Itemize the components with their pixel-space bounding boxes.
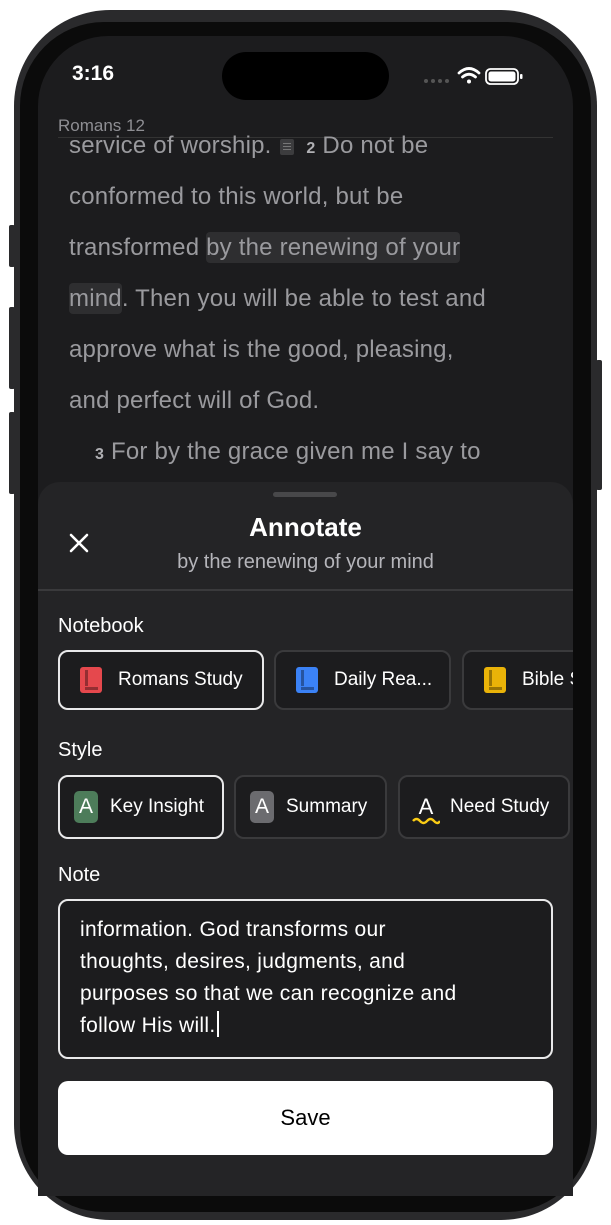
passage-text: Do not be: [322, 132, 429, 159]
note-line: purposes so that we can recognize and: [80, 982, 457, 1005]
volume-up-button: [9, 307, 15, 389]
passage-line-7: 3 For by the grace given me I say to: [95, 438, 481, 466]
note-content[interactable]: information. God transforms our thoughts…: [80, 914, 530, 1042]
sheet-divider: [38, 589, 573, 591]
verse-number: 3: [95, 446, 105, 463]
passage-line-6: and perfect will of God.: [69, 387, 320, 414]
passage-text: service of worship.: [69, 132, 272, 159]
notebook-label: Notebook: [58, 615, 144, 637]
style-label: Style: [58, 739, 103, 761]
notebook-picker: Romans Study Daily Rea... Bible S: [38, 650, 573, 720]
style-chip-label: Summary: [286, 796, 368, 817]
note-line: follow His will.: [80, 1014, 216, 1037]
passage-text: transformed: [69, 234, 207, 261]
book-icon: [484, 667, 506, 693]
notebook-chip-label: Bible S: [522, 669, 573, 690]
volume-down-button: [9, 412, 15, 494]
squiggle-icon: [412, 817, 440, 825]
passage-text: . Then you will be able to test and: [121, 285, 486, 312]
book-icon: [296, 667, 318, 693]
squiggle-underline-icon: A: [412, 791, 440, 825]
style-a-icon: A: [250, 791, 274, 823]
style-chip-need-study[interactable]: A Need Study: [398, 775, 570, 839]
text-cursor: [216, 1011, 219, 1037]
passage-line-4: mind. Then you will be able to test and: [69, 283, 486, 314]
dynamic-island: [222, 52, 389, 100]
power-button: [596, 360, 602, 490]
notebook-chip-daily-reading[interactable]: Daily Rea...: [274, 650, 451, 710]
action-button: [9, 225, 15, 267]
style-a-icon: A: [74, 791, 98, 823]
passage-line-5: approve what is the good, pleasing,: [69, 336, 454, 363]
passage-line-3: transformed by the renewing of your: [69, 232, 461, 263]
selected-text-subtitle: by the renewing of your mind: [177, 551, 434, 573]
sheet-title: Annotate: [249, 512, 362, 542]
sheet-grabber[interactable]: [273, 492, 337, 497]
save-button[interactable]: Save: [58, 1081, 553, 1155]
notebook-chip-romans-study[interactable]: Romans Study: [58, 650, 264, 710]
style-chip-key-insight[interactable]: A Key Insight: [58, 775, 224, 839]
highlighted-text[interactable]: mind: [69, 283, 122, 314]
status-icons: [422, 64, 532, 88]
style-chip-label: Need Study: [450, 796, 550, 817]
notebook-chip-label: Romans Study: [118, 669, 243, 690]
verse-number: 2: [306, 140, 316, 157]
wifi-icon: [457, 67, 481, 84]
passage-text: For by the grace given me I say to: [110, 438, 481, 465]
style-chip-summary[interactable]: A Summary: [234, 775, 387, 839]
status-time: 3:16: [72, 62, 115, 85]
highlighted-text[interactable]: by the renewing of your: [206, 232, 461, 263]
note-label: Note: [58, 864, 101, 886]
passage-line-2: conformed to this world, but be: [69, 183, 404, 210]
passage-line-1: service of worship. 2 Do not be: [69, 132, 428, 160]
signal-icon: [424, 79, 449, 83]
battery-icon: [485, 68, 523, 85]
style-chip-label: Key Insight: [110, 796, 204, 817]
note-line: thoughts, desires, judgments, and: [80, 950, 406, 973]
notebook-chip-label: Daily Rea...: [334, 669, 433, 690]
book-icon: [80, 667, 102, 693]
note-line: information. God transforms our: [80, 918, 386, 941]
style-picker: A Key Insight A Summary A Need Study: [38, 775, 573, 845]
note-icon[interactable]: [279, 138, 294, 155]
note-line-last: follow His will.: [80, 1010, 530, 1042]
notebook-chip-bible-study[interactable]: Bible S: [462, 650, 573, 710]
